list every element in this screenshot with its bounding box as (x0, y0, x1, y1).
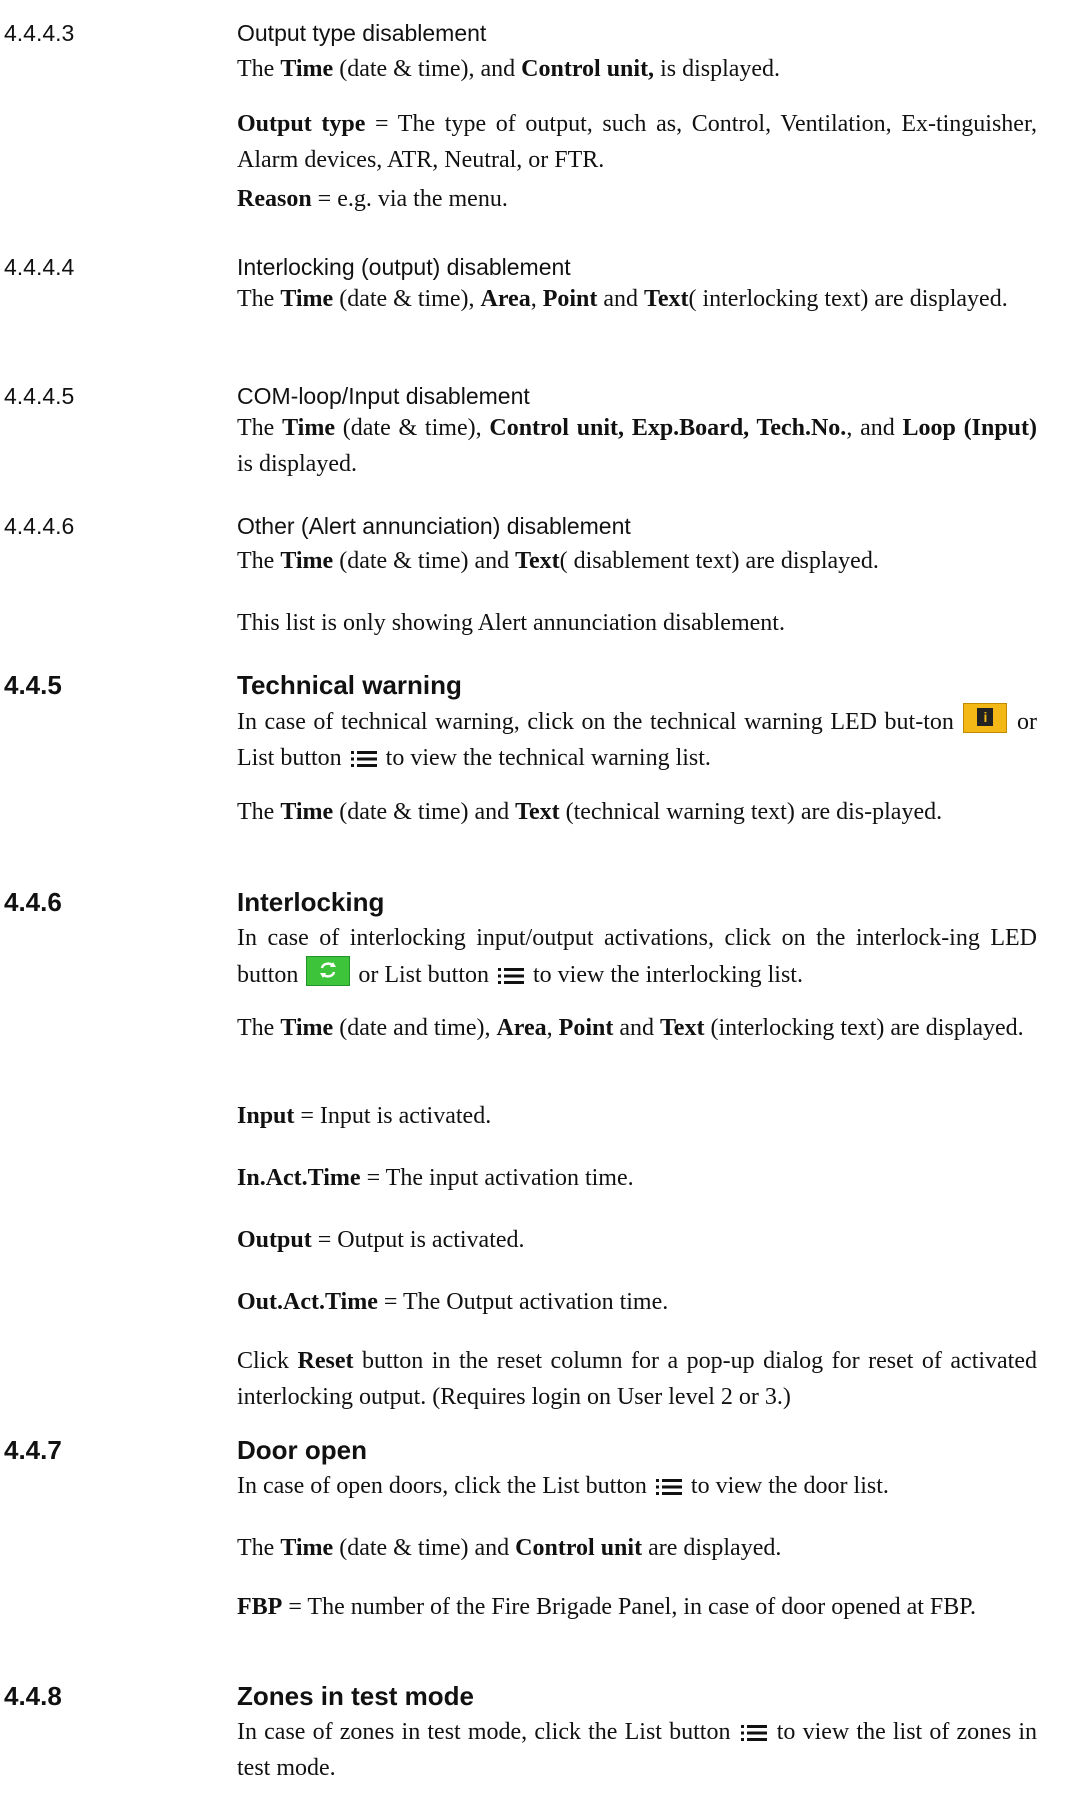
paragraph: FBP = The number of the Fire Brigade Pan… (237, 1594, 976, 1620)
paragraph: This list is only showing Alert annuncia… (237, 610, 785, 636)
paragraph: Output = Output is activated. (237, 1227, 525, 1253)
section-title: Output type disablement (237, 20, 487, 46)
section-title: Door open (237, 1435, 367, 1465)
section-number: 4.4.4.4 (4, 254, 75, 280)
list-icon (350, 751, 377, 767)
paragraph: In case of interlocking input/output act… (237, 925, 1037, 988)
paragraph: In case of open doors, click the List bu… (237, 1473, 889, 1499)
paragraph: The Time (date & time) and Text( disable… (237, 548, 879, 574)
section-number: 4.4.4.6 (4, 513, 75, 539)
paragraph: In.Act.Time = The input activation time. (237, 1165, 634, 1191)
list-icon (498, 968, 525, 984)
list-icon (740, 1725, 767, 1741)
paragraph: In case of technical warning, click on t… (237, 703, 1037, 776)
section-title: Other (Alert annunciation) disablement (237, 513, 631, 539)
paragraph: Out.Act.Time = The Output activation tim… (237, 1289, 669, 1315)
paragraph: Reason = e.g. via the menu. (237, 186, 508, 212)
paragraph: Input = Input is activated. (237, 1103, 492, 1129)
paragraph: The Time (date & time) and Text (technic… (237, 799, 943, 825)
section-number: 4.4.5 (4, 670, 62, 700)
list-icon (655, 1479, 682, 1495)
info-icon: i (977, 708, 994, 726)
paragraph: The Time (date & time), Area, Point and … (237, 286, 1008, 312)
refresh-icon (320, 962, 337, 978)
paragraph: The Time (date & time) and Control unit … (237, 1535, 782, 1561)
section-number: 4.4.4.3 (4, 20, 75, 46)
paragraph: Click Reset button in the reset column f… (237, 1348, 1037, 1410)
paragraph: The Time (date and time), Area, Point an… (237, 1015, 1024, 1041)
paragraph: In case of zones in test mode, click the… (237, 1719, 1037, 1781)
section-title: Interlocking (output) disablement (237, 254, 571, 280)
section-title: Technical warning (237, 670, 462, 700)
section-title: COM-loop/Input disablement (237, 383, 530, 409)
section-number: 4.4.8 (4, 1681, 62, 1711)
paragraph: The Time (date & time), Control unit, Ex… (237, 415, 1038, 477)
paragraph: Output type = The type of output, such a… (237, 111, 1037, 173)
section-number: 4.4.7 (4, 1435, 62, 1465)
interlocking-led-button (306, 956, 351, 986)
technical-warning-led-button: i (963, 703, 1008, 733)
section-title: Zones in test mode (237, 1681, 474, 1711)
section-number: 4.4.4.5 (4, 383, 75, 409)
section-number: 4.4.6 (4, 887, 62, 917)
paragraph: The Time (date & time), and Control unit… (237, 56, 781, 82)
section-title: Interlocking (237, 887, 385, 917)
